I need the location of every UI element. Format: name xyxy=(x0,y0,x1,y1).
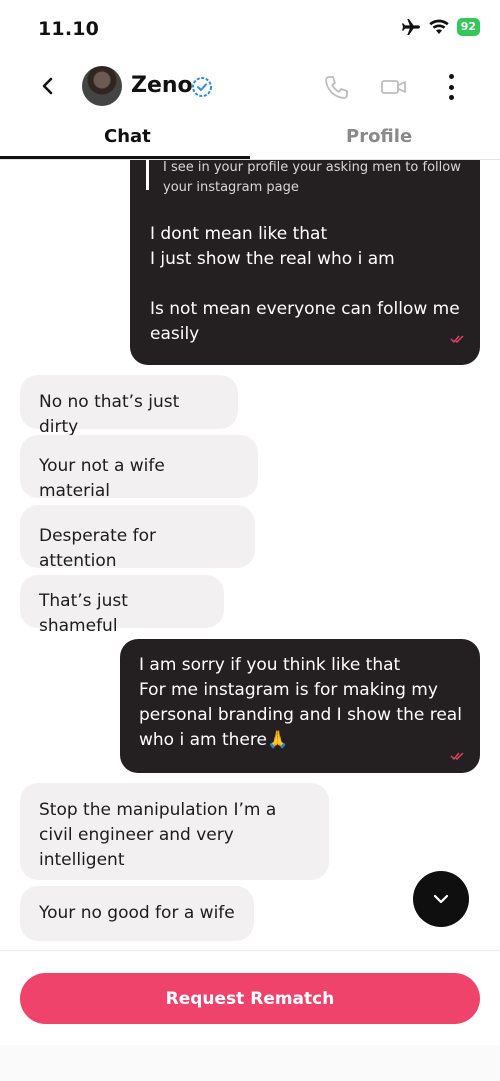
tab-bar: Chat Profile xyxy=(0,116,500,160)
message-incoming[interactable]: Desperate for attention xyxy=(20,505,255,571)
more-icon xyxy=(448,74,454,79)
read-receipt-icon xyxy=(450,335,464,344)
chevron-down-icon xyxy=(433,894,449,904)
tab-profile[interactable]: Profile xyxy=(346,126,412,147)
message-incoming[interactable]: Stop the manipulation I’m a civil engine… xyxy=(20,783,329,880)
message-outgoing[interactable]: I see in your profile your asking men to… xyxy=(130,160,480,365)
status-icons: 92 xyxy=(401,18,480,36)
video-icon[interactable] xyxy=(380,75,408,99)
read-receipt-icon xyxy=(450,752,464,761)
bottom-safe-area xyxy=(0,1045,500,1081)
avatar[interactable] xyxy=(82,66,122,106)
tab-chat[interactable]: Chat xyxy=(104,126,151,147)
request-rematch-button[interactable]: Request Rematch xyxy=(20,973,480,1024)
divider xyxy=(0,950,500,951)
more-icon-dot xyxy=(448,84,454,90)
verified-badge-icon xyxy=(192,77,212,97)
airplane-icon xyxy=(401,19,420,35)
status-bar: 11.10 92 xyxy=(0,0,500,56)
message-text: I dont mean like that I just show the re… xyxy=(150,224,460,344)
battery-icon: 92 xyxy=(456,18,480,36)
message-outgoing[interactable]: I am sorry if you think like that For me… xyxy=(120,639,480,773)
back-icon xyxy=(42,77,53,95)
status-time: 11.10 xyxy=(38,18,100,40)
tab-active-indicator xyxy=(0,156,250,159)
message-incoming[interactable]: Your not a wife material xyxy=(20,435,258,501)
quote-bar xyxy=(146,160,149,190)
message-text: I am sorry if you think like that For me… xyxy=(139,655,462,750)
back-button[interactable] xyxy=(34,72,62,100)
message-incoming[interactable]: That’s just shameful xyxy=(20,575,224,636)
quoted-message[interactable]: I see in your profile your asking men to… xyxy=(146,160,464,198)
scroll-to-bottom-button[interactable] xyxy=(413,871,469,927)
message-incoming[interactable]: No no that’s just dirty xyxy=(20,375,238,437)
contact-name[interactable]: Zeno xyxy=(131,73,193,98)
message-incoming[interactable]: Your no good for a wife xyxy=(20,886,254,941)
more-icon-dot xyxy=(448,95,454,100)
wifi-icon xyxy=(428,19,449,34)
chat-header: Zeno xyxy=(0,60,500,116)
quoted-message-text: I see in your profile your asking men to… xyxy=(163,160,461,195)
more-options-button[interactable] xyxy=(440,72,462,102)
phone-icon[interactable] xyxy=(323,74,349,100)
message-list[interactable]: I see in your profile your asking men to… xyxy=(0,160,500,950)
